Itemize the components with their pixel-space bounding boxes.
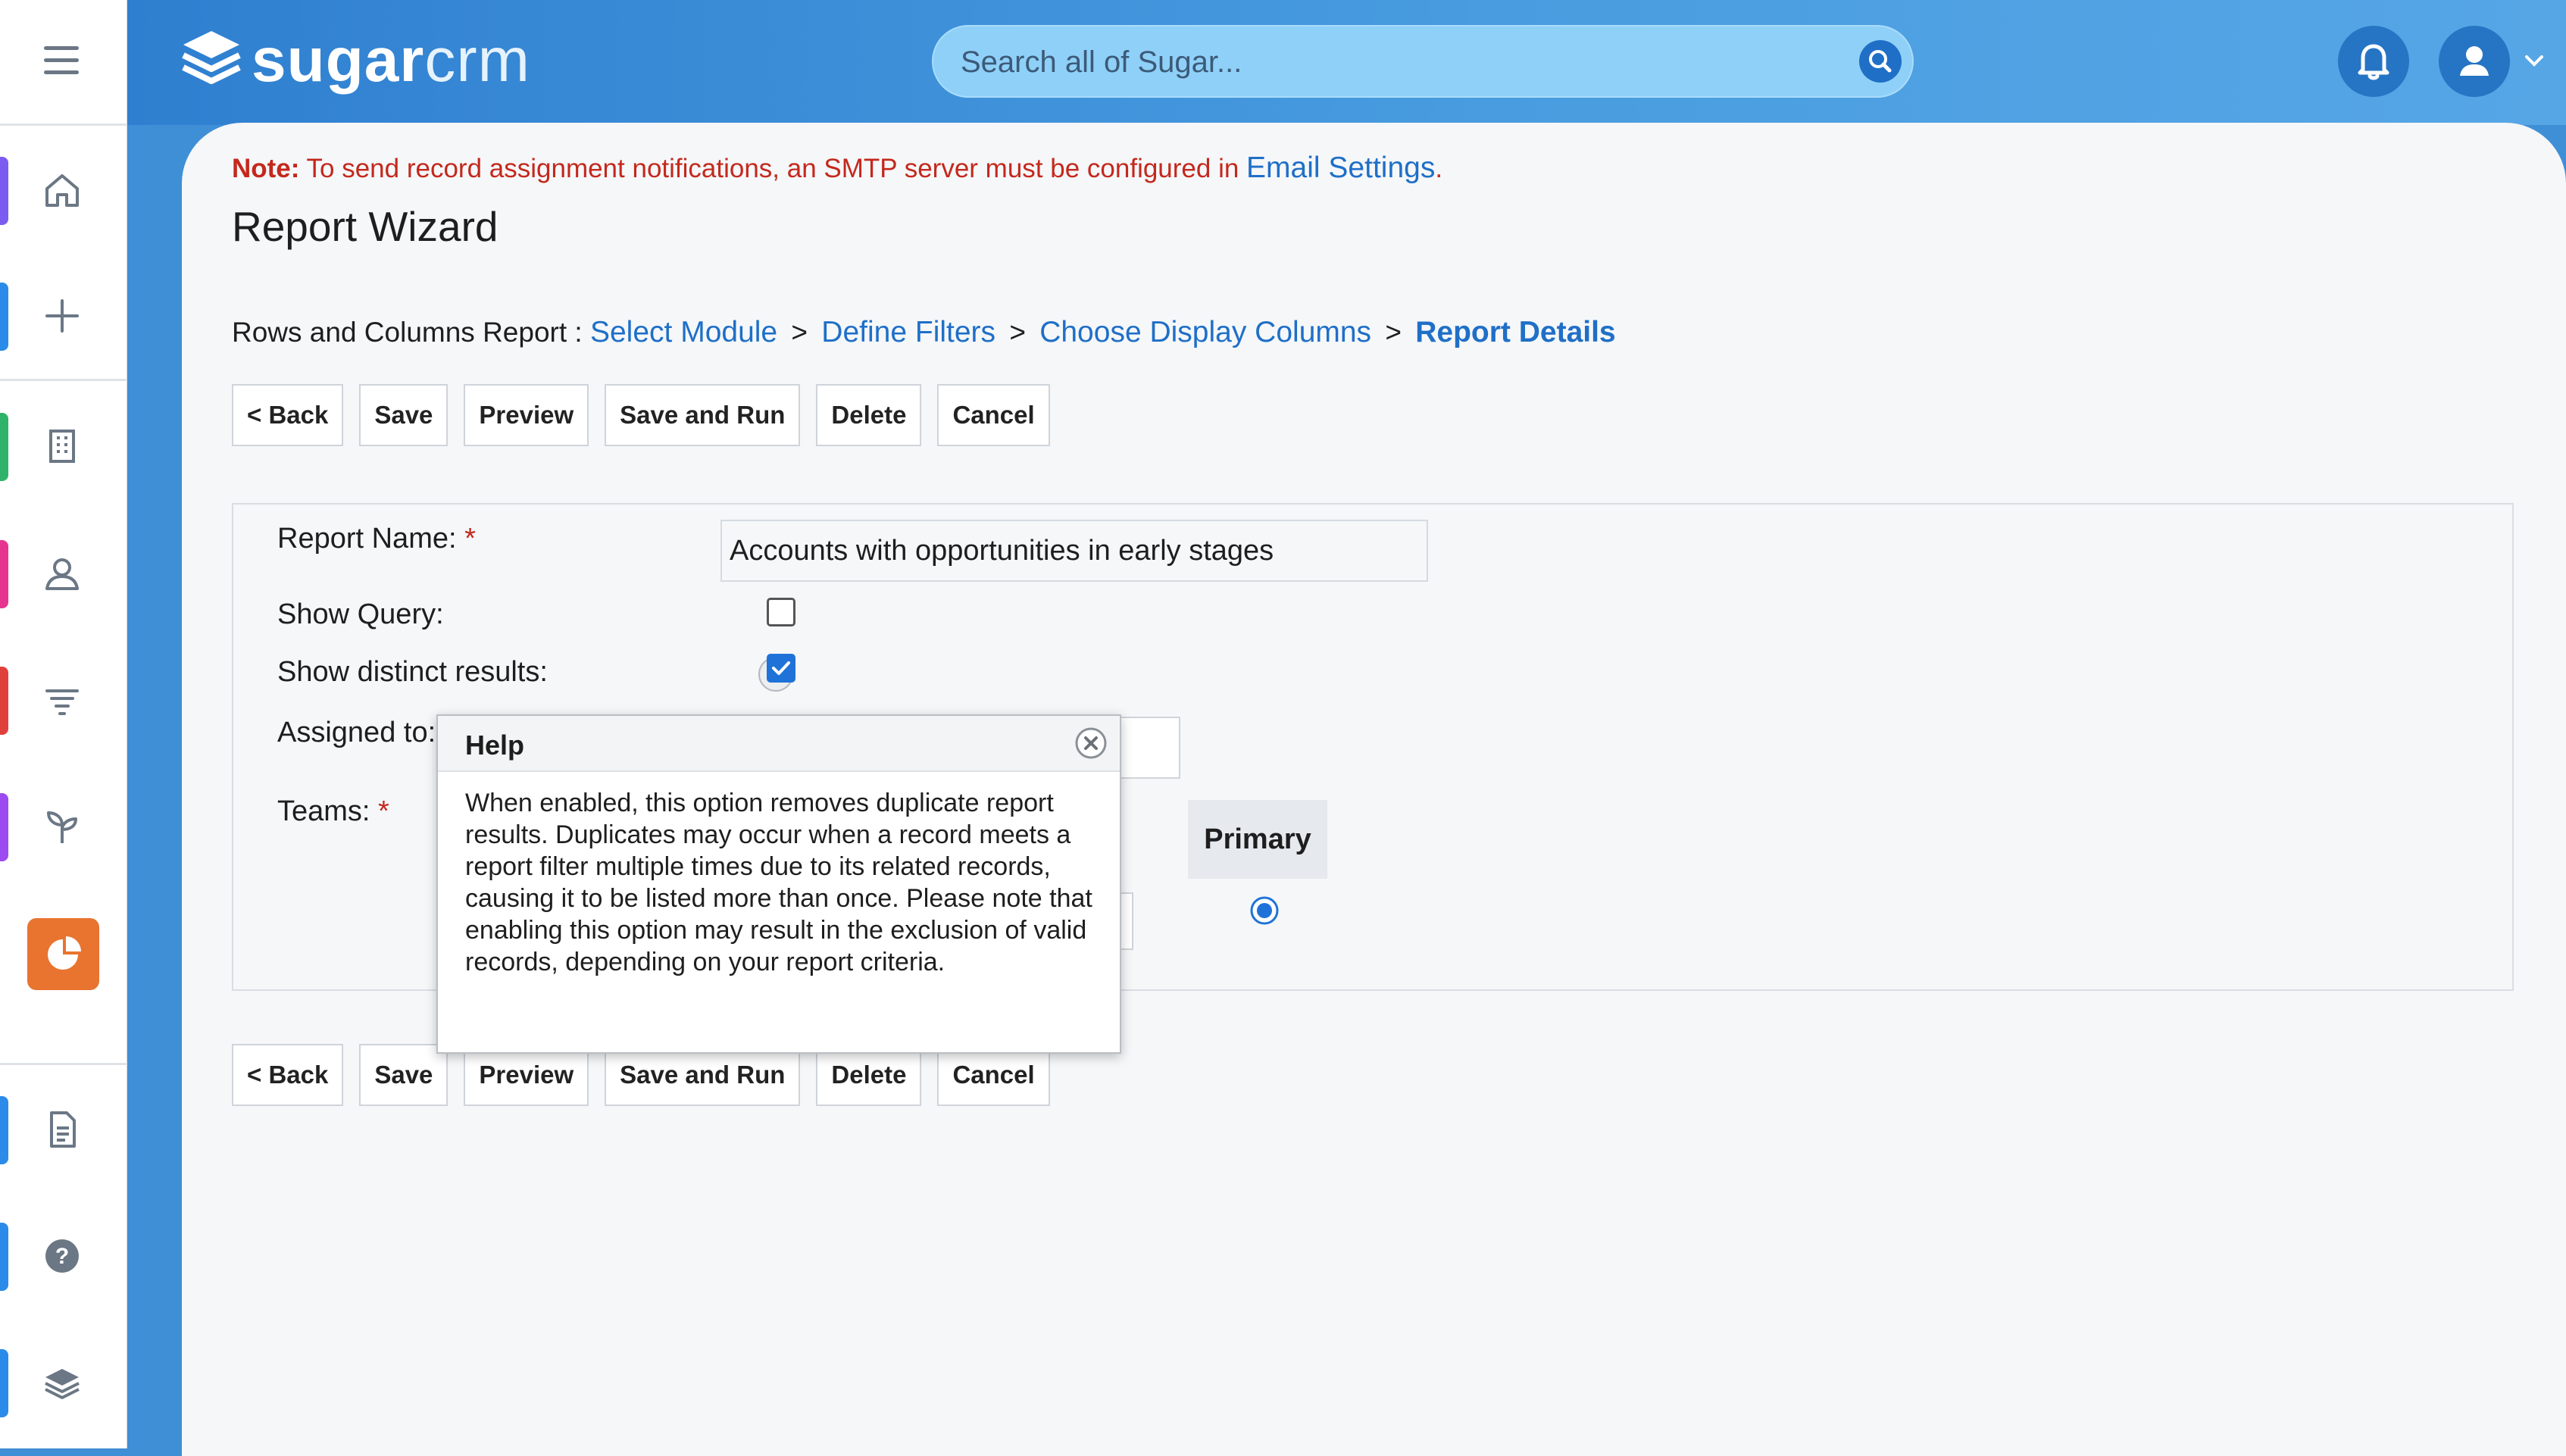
back-button[interactable]: < Back [232,384,344,446]
sugarcrm-logo-icon [182,31,241,84]
svg-text:?: ? [55,1244,69,1269]
sidebar-item-documents[interactable] [0,1089,127,1172]
save-button[interactable]: Save [359,384,449,446]
breadcrumb-prefix: Rows and Columns Report : [232,317,590,348]
breadcrumb: Rows and Columns Report : Select Module … [232,316,1616,349]
top-button-row: < Back Save Preview Save and Run Delete … [232,384,1066,446]
show-distinct-label: Show distinct results: [277,656,548,688]
breadcrumb-report-details[interactable]: Report Details [1415,316,1615,348]
breadcrumb-separator: > [1385,317,1402,348]
sidebar-item-knowledge-base[interactable] [0,1342,127,1425]
help-icon: ? [38,1232,86,1280]
sidebar-divider [0,379,127,381]
bell-icon [2358,44,2389,80]
back-button[interactable]: < Back [232,1044,344,1106]
chevron-down-icon[interactable] [2521,47,2548,74]
sidebar-item-accounts[interactable] [0,405,127,489]
assigned-to-select-button[interactable]: ct [1112,717,1180,779]
sidebar-item-leads[interactable] [0,659,127,742]
primary-team-radio[interactable] [1249,895,1280,926]
show-query-checkbox[interactable] [767,598,795,626]
user-icon [2460,46,2489,76]
search-icon [1869,50,1892,73]
sidebar-item-home[interactable] [0,149,127,233]
help-popup-title: Help [465,730,525,761]
breadcrumb-separator: > [791,317,808,348]
breadcrumb-choose-display-columns[interactable]: Choose Display Columns [1039,316,1371,348]
sprout-icon [38,802,86,851]
filter-icon [38,676,86,724]
search-button[interactable] [1859,40,1902,83]
person-icon [38,549,86,598]
global-search [932,25,1914,98]
plus-icon [38,292,86,340]
help-popup-body: When enabled, this option removes duplic… [465,789,1092,976]
help-popup: Help When enabled, this option removes d… [436,714,1121,1054]
primary-column-header: Primary [1188,800,1327,879]
preview-button[interactable]: Preview [464,384,589,446]
note-label: Note: [232,154,300,183]
breadcrumb-define-filters[interactable]: Define Filters [821,316,995,348]
show-query-label: Show Query: [277,598,444,630]
save-and-run-button[interactable]: Save and Run [605,384,801,446]
logo-text: sugarcrm [252,26,530,95]
sidebar-item-reports[interactable] [0,912,127,995]
pie-chart-icon [27,918,99,990]
layers-icon [38,1358,86,1407]
sidebar-item-contacts[interactable] [0,533,127,616]
cancel-button[interactable]: Cancel [937,384,1050,446]
show-distinct-checkbox[interactable] [767,654,795,683]
smtp-note: Note: To send record assignment notifica… [232,152,1442,185]
note-text: To send record assignment notifications,… [299,154,1247,183]
sidebar-item-opportunities[interactable] [0,786,127,869]
sidebar: ? [0,0,127,1448]
email-settings-link[interactable]: Email Settings [1246,152,1435,184]
sidebar-item-help[interactable]: ? [0,1215,127,1298]
note-end: . [1435,154,1443,183]
building-icon [38,422,86,470]
notifications-button[interactable] [2338,26,2409,97]
assigned-to-label: Assigned to: [277,717,436,748]
page-title: Report Wizard [232,203,499,250]
user-avatar[interactable] [2439,26,2510,97]
save-button[interactable]: Save [359,1044,449,1106]
sidebar-divider [0,123,127,126]
document-icon [38,1105,86,1154]
report-name-input[interactable] [720,520,1428,582]
breadcrumb-select-module[interactable]: Select Module [590,316,777,348]
home-icon [38,166,86,214]
sidebar-divider [0,1063,127,1065]
breadcrumb-separator: > [1009,317,1026,348]
close-icon[interactable] [1073,725,1109,761]
hamburger-menu-icon[interactable] [38,42,85,80]
report-name-label: Report Name: * [277,523,476,555]
teams-label: Teams: * [277,795,389,827]
delete-button[interactable]: Delete [816,384,922,446]
search-input[interactable] [959,27,1826,98]
help-popup-header: Help [438,716,1120,772]
sugarcrm-logo[interactable]: sugarcrm [179,23,530,98]
checkmark-icon [772,661,790,675]
sidebar-item-create[interactable] [0,275,127,358]
